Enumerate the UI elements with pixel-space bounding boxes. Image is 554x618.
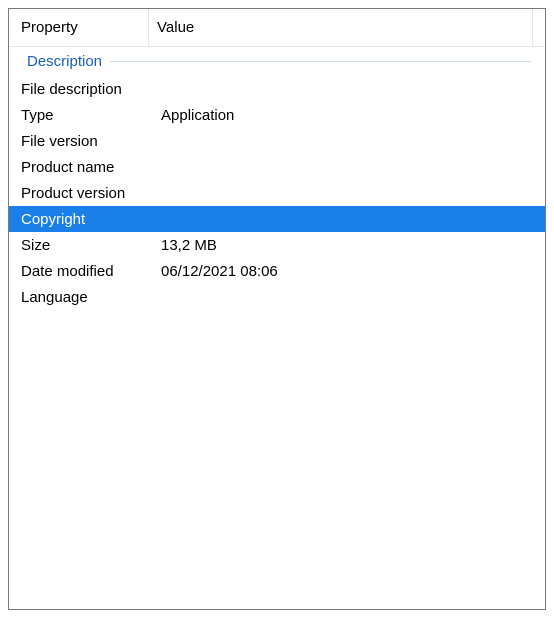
column-header-row: Property Value: [9, 9, 545, 47]
property-rows: File descriptionTypeApplicationFile vers…: [9, 76, 545, 310]
row-type[interactable]: TypeApplication: [9, 102, 545, 128]
column-header-property-label: Property: [21, 19, 78, 36]
row-property-label: Product name: [21, 159, 161, 176]
row-property-label: Size: [21, 237, 161, 254]
group-header-label: Description: [27, 53, 102, 70]
row-property-label: File description: [21, 81, 161, 98]
column-header-value-label: Value: [157, 19, 194, 36]
row-property-label: File version: [21, 133, 161, 150]
row-value-label: 06/12/2021 08:06: [161, 263, 545, 280]
row-value-label: Application: [161, 107, 545, 124]
column-header-property[interactable]: Property: [9, 9, 149, 46]
row-property-label: Type: [21, 107, 161, 124]
row-product-name[interactable]: Product name: [9, 154, 545, 180]
row-size[interactable]: Size13,2 MB: [9, 232, 545, 258]
row-value-label: 13,2 MB: [161, 237, 545, 254]
column-header-value[interactable]: Value: [149, 9, 533, 46]
row-property-label: Date modified: [21, 263, 161, 280]
row-file-version[interactable]: File version: [9, 128, 545, 154]
row-language[interactable]: Language: [9, 284, 545, 310]
details-panel: Property Value Description File descript…: [8, 8, 546, 610]
row-property-label: Product version: [21, 185, 161, 202]
row-property-label: Copyright: [21, 211, 161, 228]
row-date-modified[interactable]: Date modified06/12/2021 08:06: [9, 258, 545, 284]
group-header-description[interactable]: Description: [9, 47, 545, 76]
row-product-version[interactable]: Product version: [9, 180, 545, 206]
row-copyright[interactable]: Copyright: [9, 206, 545, 232]
row-property-label: Language: [21, 289, 161, 306]
group-header-divider: [110, 61, 531, 62]
row-file-description[interactable]: File description: [9, 76, 545, 102]
